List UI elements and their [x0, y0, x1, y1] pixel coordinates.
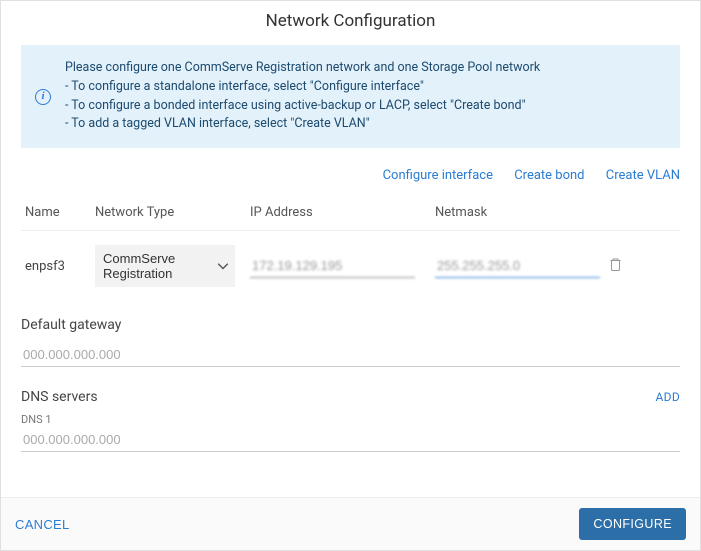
info-line-2: - To configure a standalone interface, s… — [65, 78, 666, 97]
create-vlan-link[interactable]: Create VLAN — [606, 168, 680, 183]
network-type-select-wrap: CommServe Registration — [95, 245, 250, 287]
action-links: Configure interface Create bond Create V… — [21, 168, 680, 183]
create-bond-link[interactable]: Create bond — [514, 168, 584, 183]
netmask-input[interactable] — [435, 254, 600, 278]
info-line-3: - To configure a bonded interface using … — [65, 97, 666, 116]
network-type-select[interactable]: CommServe Registration — [95, 245, 235, 287]
header-type: Network Type — [95, 205, 250, 220]
gateway-label: Default gateway — [21, 317, 680, 333]
dns-label: DNS servers — [21, 389, 98, 405]
info-icon: i — [35, 89, 51, 105]
cancel-button[interactable]: CANCEL — [15, 517, 70, 532]
dns-header: DNS servers ADD — [21, 389, 680, 405]
dns-1-label: DNS 1 — [21, 413, 680, 426]
trash-icon — [609, 257, 622, 271]
network-config-dialog: Network Configuration i Please configure… — [0, 0, 701, 551]
interface-table-header: Name Network Type IP Address Netmask — [21, 197, 680, 231]
info-banner: i Please configure one CommServe Registr… — [21, 45, 680, 148]
add-dns-button[interactable]: ADD — [656, 390, 680, 404]
dialog-footer: CANCEL CONFIGURE — [1, 497, 700, 550]
header-name: Name — [25, 205, 95, 220]
configure-button[interactable]: CONFIGURE — [579, 508, 686, 540]
interface-row: enpsf3 CommServe Registration — [21, 231, 680, 295]
dialog-content: i Please configure one CommServe Registr… — [1, 45, 700, 497]
configure-interface-link[interactable]: Configure interface — [383, 168, 493, 183]
info-line-4: - To add a tagged VLAN interface, select… — [65, 115, 666, 134]
ip-address-input[interactable] — [250, 254, 415, 278]
dns-1-input[interactable] — [21, 428, 680, 452]
page-title: Network Configuration — [1, 1, 700, 45]
header-mask: Netmask — [435, 205, 646, 220]
interface-name: enpsf3 — [25, 259, 95, 274]
info-line-1: Please configure one CommServe Registrat… — [65, 59, 666, 78]
gateway-input[interactable] — [21, 343, 680, 367]
header-ip: IP Address — [250, 205, 435, 220]
delete-row-button[interactable] — [600, 257, 630, 275]
